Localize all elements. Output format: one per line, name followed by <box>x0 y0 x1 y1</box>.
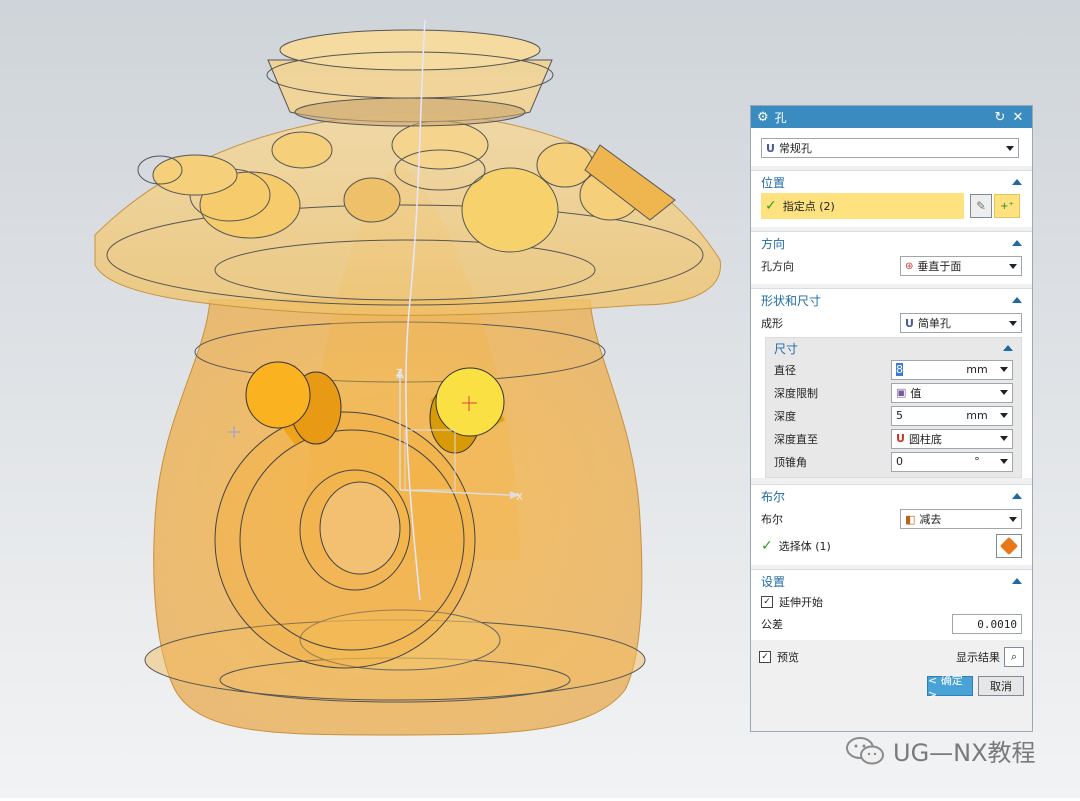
boolean-section: 布尔 布尔 ◧ 减去 ✓ 选择体 (1) <box>751 484 1032 565</box>
specify-point-label: 指定点 (2) <box>782 200 835 213</box>
diameter-label: 直径 <box>774 363 796 377</box>
dialog-titlebar[interactable]: ⚙ 孔 ↻ ✕ <box>751 106 1032 128</box>
depth-limit-select[interactable]: ▣ 值 <box>891 382 1013 403</box>
dimensions-header[interactable]: 尺寸 <box>766 338 1021 358</box>
chevron-down-icon[interactable] <box>1000 413 1008 418</box>
depth-limit-label: 深度限制 <box>774 386 818 400</box>
show-result-label: 显示结果 <box>956 651 1000 664</box>
chevron-down-icon <box>1006 145 1014 151</box>
shape-size-section: 形状和尺寸 成形 U 简单孔 尺寸 直径 8 mm 深度限制 ▣ 值 深度 5 … <box>751 288 1032 478</box>
close-icon[interactable]: ✕ <box>1010 109 1026 125</box>
point-dialog-button[interactable]: +⁺ <box>994 194 1020 218</box>
extend-start-checkbox[interactable]: ✓ <box>761 596 773 608</box>
show-result-button[interactable]: ⌕ <box>1004 647 1024 667</box>
collapse-icon[interactable] <box>1012 493 1022 499</box>
magnifier-icon: ⌕ <box>1010 650 1018 663</box>
chevron-down-icon[interactable] <box>1000 367 1008 372</box>
direction-section: 方向 孔方向 ⊛ 垂直于面 <box>751 231 1032 284</box>
ok-button[interactable]: < 确定 > <box>927 674 973 701</box>
axis-x-label: X <box>516 492 523 503</box>
sketch-icon: ✎ <box>975 199 987 213</box>
tolerance-input[interactable]: 0.0010 <box>952 614 1022 634</box>
direction-header[interactable]: 方向 <box>751 232 1032 254</box>
cancel-button[interactable]: 取消 <box>978 676 1024 696</box>
position-header[interactable]: 位置 <box>751 171 1032 193</box>
chevron-down-icon <box>1000 390 1008 395</box>
preview-label: 预览 <box>777 651 799 664</box>
door-rings <box>214 411 476 669</box>
chevron-down-icon <box>1009 263 1017 269</box>
depth-to-select[interactable]: U 圆柱底 <box>891 428 1013 449</box>
select-body-label[interactable]: 选择体 (1) <box>779 538 996 554</box>
hole-direction-label: 孔方向 <box>761 260 794 273</box>
reset-icon[interactable]: ↻ <box>992 109 1008 125</box>
dimensions-group: 尺寸 直径 8 mm 深度限制 ▣ 值 深度 5 mm 深度直至 U 圆柱底 顶… <box>765 337 1022 478</box>
boolean-label: 布尔 <box>761 513 783 526</box>
hole-direction-select[interactable]: ⊛ 垂直于面 <box>900 256 1022 276</box>
check-icon: ✓ <box>765 198 777 214</box>
collapse-icon[interactable] <box>1012 578 1022 584</box>
dialog-footer: ✓ 预览 显示结果 ⌕ < 确定 > 取消 <box>751 640 1032 701</box>
watermark-text: UG—NX教程 <box>893 739 1036 767</box>
tip-angle-input[interactable]: 0 ° <box>891 451 1013 472</box>
hole-type-icon: U <box>766 141 775 155</box>
tip-angle-label: 顶锥角 <box>774 455 807 469</box>
collapse-icon[interactable] <box>1012 240 1022 246</box>
position-section: 位置 ✓ 指定点 (2) ✎ +⁺ <box>751 170 1032 227</box>
preview-checkbox[interactable]: ✓ <box>759 651 771 663</box>
subtract-icon: ◧ <box>905 512 916 526</box>
hole-type-value: 常规孔 <box>778 142 812 155</box>
shape-size-header[interactable]: 形状和尺寸 <box>751 289 1032 311</box>
hole-dialog: ⚙ 孔 ↻ ✕ U 常规孔 位置 ✓ 指定点 (2) ✎ +⁺ 方向 孔方向 ⊛… <box>750 105 1033 732</box>
chevron-down-icon <box>1000 436 1008 441</box>
sketch-section-button[interactable]: ✎ <box>970 194 992 218</box>
chevron-down-icon <box>1009 320 1017 326</box>
depth-input[interactable]: 5 mm <box>891 405 1013 426</box>
check-icon: ✓ <box>761 538 773 554</box>
points-icon: +⁺ <box>1000 200 1014 212</box>
specify-point-row[interactable]: ✓ 指定点 (2) <box>761 193 964 219</box>
extend-start-label: 延伸开始 <box>779 596 823 609</box>
boolean-select[interactable]: ◧ 减去 <box>900 509 1022 529</box>
form-label: 成形 <box>761 317 783 330</box>
hole-type-select[interactable]: U 常规孔 <box>761 138 1019 158</box>
form-select[interactable]: U 简单孔 <box>900 313 1022 333</box>
collapse-icon[interactable] <box>1012 297 1022 303</box>
dialog-title: 孔 <box>774 110 787 125</box>
collapse-icon[interactable] <box>1003 345 1013 351</box>
watermark: UG—NX教程 <box>845 733 1036 768</box>
solid-body-icon <box>999 536 1019 556</box>
tolerance-label: 公差 <box>761 618 783 631</box>
settings-section: 设置 ✓ 延伸开始 公差 0.0010 <box>751 569 1032 640</box>
depth-to-label: 深度直至 <box>774 432 818 446</box>
top-chimney <box>266 29 554 127</box>
value-cube-icon: ▣ <box>896 386 907 399</box>
wechat-icon <box>846 736 884 764</box>
normal-to-face-icon: ⊛ <box>905 260 914 272</box>
select-body-button[interactable] <box>996 534 1022 558</box>
settings-header[interactable]: 设置 <box>751 570 1032 592</box>
boolean-header[interactable]: 布尔 <box>751 485 1032 507</box>
cylinder-bottom-icon: U <box>896 432 905 445</box>
type-section: U 常规孔 <box>751 128 1032 166</box>
gear-icon[interactable]: ⚙ <box>757 110 769 125</box>
collapse-icon[interactable] <box>1012 179 1022 185</box>
depth-label: 深度 <box>774 409 796 423</box>
diameter-input[interactable]: 8 mm <box>891 359 1013 380</box>
axis-z-label: Z <box>396 368 403 379</box>
chevron-down-icon[interactable] <box>1000 459 1008 464</box>
chevron-down-icon <box>1009 516 1017 522</box>
simple-hole-icon: U <box>905 316 914 330</box>
